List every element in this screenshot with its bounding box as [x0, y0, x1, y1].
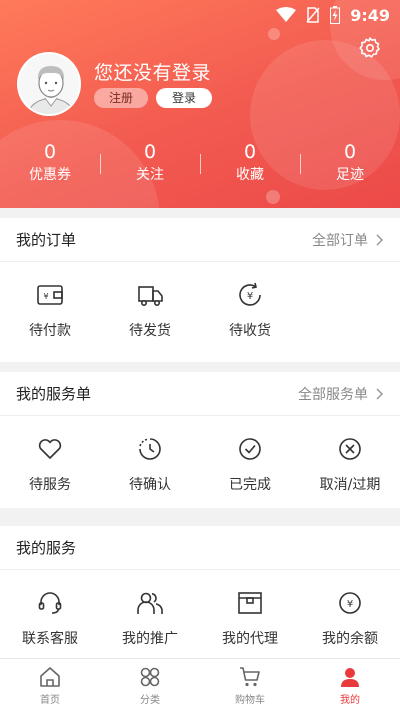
clock-icon [139, 438, 161, 460]
truck-icon [138, 286, 163, 306]
service-label: 我的代理 [222, 631, 278, 647]
wallet-icon: ¥ [37, 285, 63, 305]
orders-title: 我的订单 [16, 231, 77, 249]
all-orders-label: 全部订单 [312, 232, 368, 249]
order-pending-payment[interactable]: ¥ 待付款 [0, 280, 100, 340]
heart-icon [38, 439, 62, 459]
stat-value: 0 [143, 141, 157, 163]
service-orders-grid: 待服务 待确认 已完成 取消/过期 [0, 416, 400, 494]
login-button[interactable]: 登录 [156, 88, 212, 108]
services-header: 我的服务 [0, 526, 400, 570]
all-orders-link[interactable]: 全部订单 [312, 230, 384, 250]
no-sim-icon [306, 7, 320, 23]
all-service-orders-label: 全部服务单 [298, 386, 368, 403]
stat-value: 0 [43, 141, 57, 163]
services-grid: 联系客服 我的推广 我的代理 ¥ 我的余额 [0, 570, 400, 648]
orders-grid: ¥ 待付款 待发货 ¥ 待收货 [0, 262, 400, 340]
order-pending-shipment[interactable]: 待发货 [100, 280, 200, 340]
order-label: 待收货 [229, 323, 271, 339]
order-label: 待发货 [129, 323, 171, 339]
bottom-tab-bar: 首页 分类 购物车 我的 [0, 658, 400, 711]
service-label: 待服务 [29, 477, 71, 493]
order-label: 待付款 [29, 323, 71, 339]
tab-label: 分类 [140, 695, 160, 706]
service-label: 我的推广 [122, 631, 178, 647]
yuan-coin-icon: ¥ [339, 592, 361, 614]
decor-dot [268, 28, 280, 40]
chevron-right-icon [376, 387, 384, 400]
category-icon [140, 667, 160, 687]
home-icon [40, 667, 60, 687]
service-label: 联系客服 [22, 631, 78, 647]
svg-text:¥: ¥ [43, 292, 48, 301]
order-pending-receipt[interactable]: ¥ 待收货 [200, 280, 300, 340]
service-my-agency[interactable]: 我的代理 [200, 588, 300, 648]
tab-label: 购物车 [235, 695, 265, 706]
stat-label: 收藏 [236, 167, 264, 183]
service-contact-support[interactable]: 联系客服 [0, 588, 100, 648]
stat-label: 足迹 [336, 167, 364, 183]
services-title: 我的服务 [16, 539, 77, 557]
service-orders-header[interactable]: 我的服务单 全部服务单 [0, 372, 400, 416]
cart-icon [240, 667, 260, 687]
service-label: 我的余额 [322, 631, 378, 647]
tab-label: 我的 [340, 695, 360, 706]
tab-mine[interactable]: 我的 [300, 659, 400, 711]
tab-home[interactable]: 首页 [0, 659, 100, 711]
x-circle-icon [339, 438, 361, 460]
service-orders-card: 我的服务单 全部服务单 待服务 待确认 已完成 取消/过期 [0, 372, 400, 508]
stat-label: 优惠券 [29, 167, 71, 183]
stat-follows[interactable]: 0 关注 [100, 140, 200, 190]
profile-header: 9:49 您还没有登录 注册 登录 0 优惠券 0 关注 0 收藏 0 足迹 [0, 0, 400, 208]
headset-icon [38, 592, 62, 614]
orders-header[interactable]: 我的订单 全部订单 [0, 218, 400, 262]
default-avatar-icon [19, 54, 79, 114]
tab-label: 首页 [40, 695, 60, 706]
service-label: 已完成 [229, 477, 271, 493]
stat-value: 0 [243, 141, 257, 163]
users-icon [137, 592, 163, 614]
svg-text:¥: ¥ [247, 291, 253, 302]
stat-label: 关注 [136, 167, 164, 183]
stat-value: 0 [343, 141, 357, 163]
service-label: 取消/过期 [319, 477, 381, 493]
service-to-confirm[interactable]: 待确认 [100, 434, 200, 494]
all-service-orders-link[interactable]: 全部服务单 [298, 384, 384, 404]
service-completed[interactable]: 已完成 [200, 434, 300, 494]
tab-cart[interactable]: 购物车 [200, 659, 300, 711]
gear-icon[interactable] [358, 36, 382, 60]
svg-text:¥: ¥ [347, 599, 353, 610]
service-label: 待确认 [129, 477, 171, 493]
service-pending[interactable]: 待服务 [0, 434, 100, 494]
wifi-icon [276, 7, 297, 22]
register-button[interactable]: 注册 [94, 88, 148, 108]
decor-dot [266, 190, 280, 204]
avatar[interactable] [17, 52, 81, 116]
user-icon [341, 668, 359, 687]
service-cancelled-expired[interactable]: 取消/过期 [300, 434, 400, 494]
check-circle-icon [239, 438, 261, 460]
chevron-right-icon [376, 233, 384, 246]
box-icon [238, 592, 262, 614]
service-orders-title: 我的服务单 [16, 385, 92, 403]
stat-favorites[interactable]: 0 收藏 [200, 140, 300, 190]
battery-charging-icon [330, 6, 341, 24]
stats-row: 0 优惠券 0 关注 0 收藏 0 足迹 [0, 140, 400, 190]
tab-category[interactable]: 分类 [100, 659, 200, 711]
service-my-promotion[interactable]: 我的推广 [100, 588, 200, 648]
orders-card: 我的订单 全部订单 ¥ 待付款 待发货 ¥ 待收货 [0, 218, 400, 362]
stat-footprints[interactable]: 0 足迹 [300, 140, 400, 190]
login-prompt: 您还没有登录 [94, 62, 212, 84]
status-time: 9:49 [350, 5, 390, 25]
status-bar: 9:49 [276, 4, 390, 26]
stat-coupons[interactable]: 0 优惠券 [0, 140, 100, 190]
services-card: 我的服务 联系客服 我的推广 我的代理 ¥ 我的余额 [0, 526, 400, 658]
service-my-balance[interactable]: ¥ 我的余额 [300, 588, 400, 648]
yuan-refresh-icon: ¥ [239, 282, 261, 306]
